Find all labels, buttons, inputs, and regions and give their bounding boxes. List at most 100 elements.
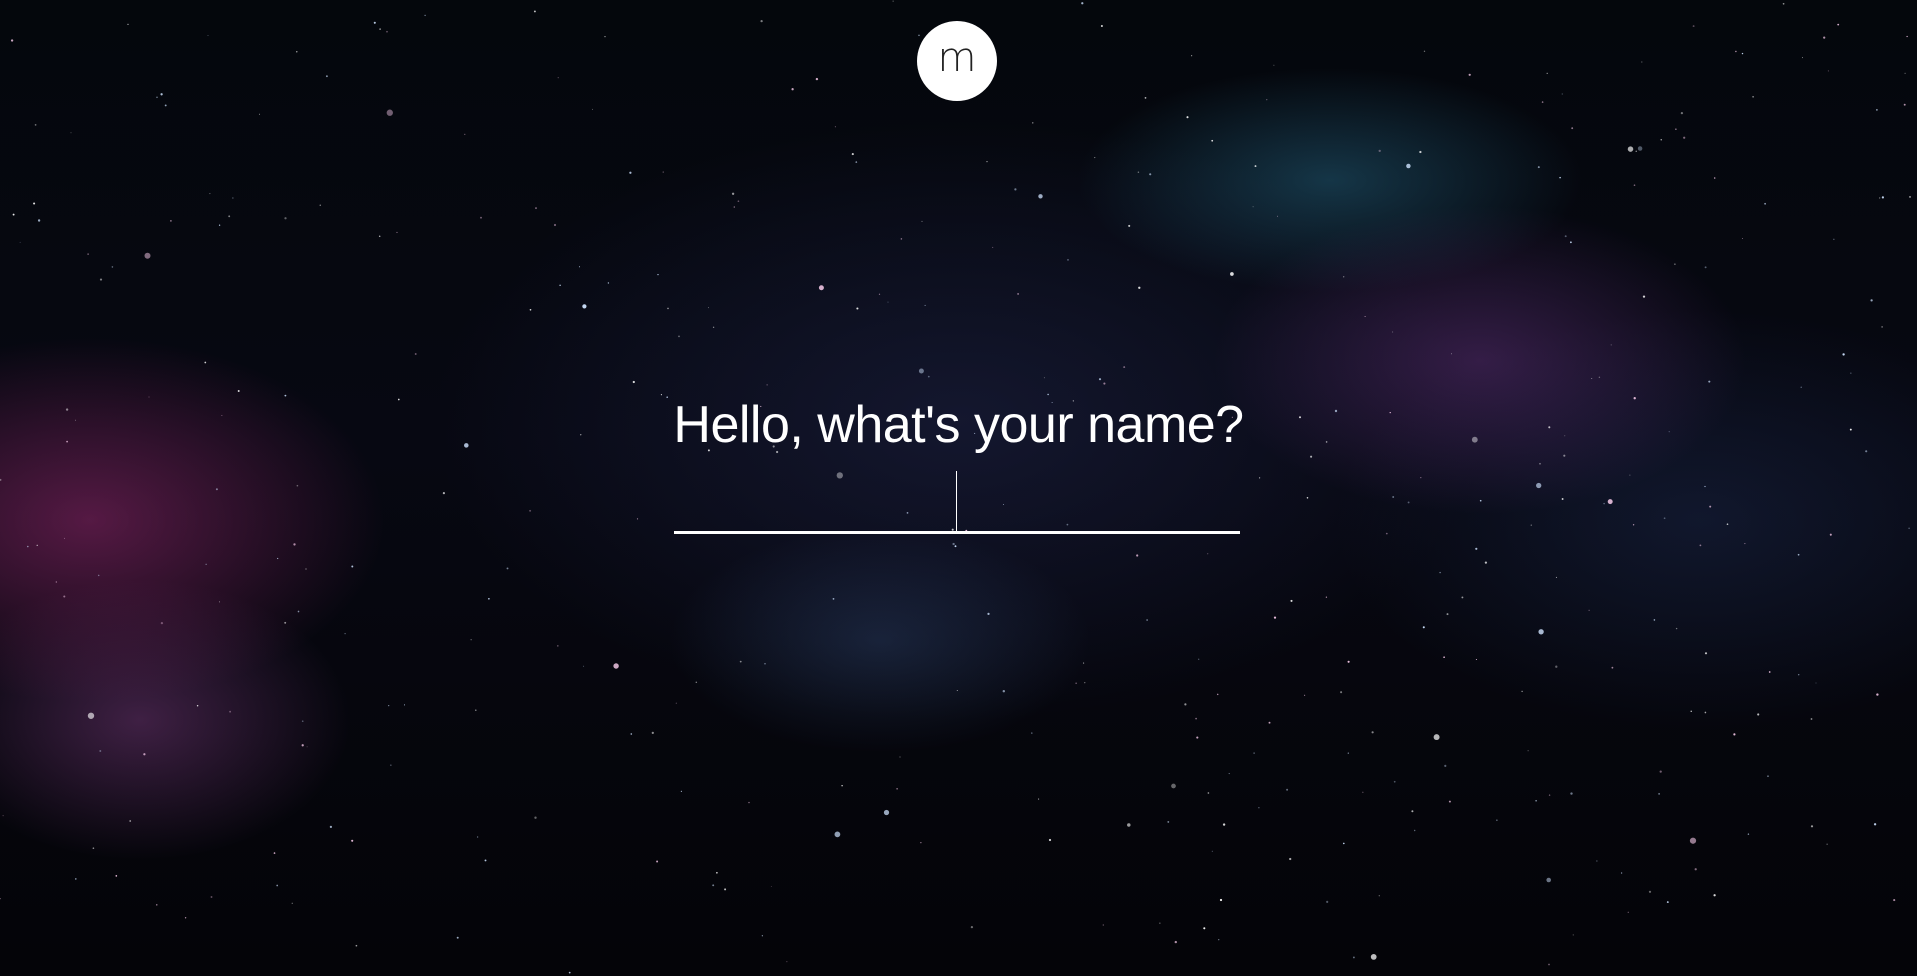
star [533,10,536,13]
star [37,219,41,222]
star [1048,838,1052,842]
star [1146,619,1148,621]
star [583,665,585,667]
star [1797,673,1800,676]
star [164,104,167,107]
star [205,563,207,565]
star [1521,690,1523,693]
star [1364,315,1366,318]
star [111,266,114,268]
star [0,898,1,900]
star [1564,235,1567,238]
star [476,836,479,838]
star [1648,890,1652,893]
star [1704,266,1707,269]
star [651,731,654,735]
star [129,820,132,822]
star [724,888,727,891]
star [1207,553,1209,555]
star [1704,485,1706,488]
star [1555,576,1557,578]
star [1422,626,1425,629]
star [1014,188,1017,191]
star [952,542,955,546]
star [1094,157,1096,159]
star [456,936,459,939]
star [1666,901,1669,904]
star [851,153,854,156]
star [1903,103,1906,106]
star [1709,505,1712,508]
star [210,896,213,898]
star [529,509,532,512]
star [1067,259,1069,261]
star [1873,823,1877,826]
star [329,825,333,829]
star [319,204,321,206]
star [1340,691,1343,694]
star [97,574,100,577]
star [1680,111,1684,115]
star [1833,238,1835,240]
star [675,702,677,704]
name-input[interactable] [674,468,1240,534]
star [1692,25,1695,28]
star [678,335,680,338]
star [887,301,889,303]
star [1548,963,1550,966]
star [1694,868,1697,871]
star [1352,956,1355,959]
star [1842,353,1845,356]
star [899,756,901,758]
star [144,252,151,259]
star [553,223,557,227]
star [1392,331,1394,333]
star [1797,553,1800,556]
star [1827,70,1829,72]
star [1362,791,1364,793]
star [1207,792,1210,794]
star [1741,52,1744,55]
star [892,0,894,2]
star [1881,326,1883,328]
star [662,171,664,173]
star [924,304,926,306]
star [1876,693,1879,696]
star [1219,898,1223,902]
star [1572,934,1574,936]
star [1741,237,1743,239]
star [770,885,772,887]
star [1475,658,1477,661]
star [1744,543,1746,545]
star [1423,50,1426,52]
star [1084,682,1086,684]
star [832,598,835,600]
star [305,568,307,570]
star [1211,139,1214,142]
star [1539,462,1541,465]
star [592,108,593,110]
star [535,207,537,210]
star [529,308,532,311]
star [1570,241,1572,244]
star [1446,613,1449,616]
star [1610,344,1612,346]
star [1527,750,1529,752]
star [1468,73,1471,76]
star [19,241,21,243]
star [34,124,37,126]
star [920,842,922,844]
star [1629,474,1631,476]
star [442,492,445,495]
star [1167,820,1170,823]
star [1198,658,1200,660]
star [578,266,581,268]
star [1218,939,1220,941]
star [1102,924,1104,926]
star [1254,165,1257,168]
star [1607,499,1613,505]
star [506,567,509,570]
star [1757,713,1760,716]
star [228,215,231,218]
logo-button[interactable]: m [917,21,997,101]
